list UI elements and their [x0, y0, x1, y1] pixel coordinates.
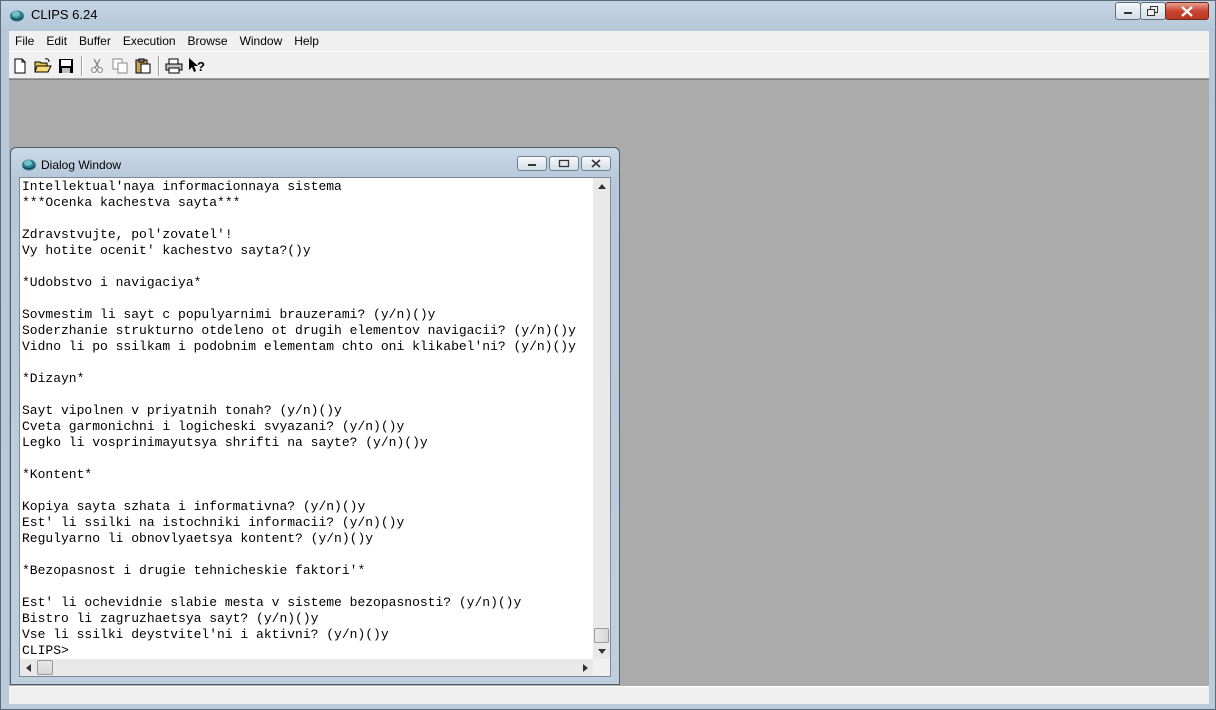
- arrow-right-icon: [583, 663, 588, 672]
- menu-help[interactable]: Help: [288, 31, 325, 51]
- dialog-text-line: Regulyarno li obnovlyaetsya kontent? (y/…: [22, 531, 374, 546]
- menu-execution[interactable]: Execution: [117, 31, 182, 51]
- dialog-text-line: *Kontent*: [22, 467, 93, 482]
- dialog-text-line: Cveta garmonichni i logicheski svyazani?…: [22, 419, 405, 434]
- arrow-up-icon: [597, 184, 606, 189]
- vertical-scroll-thumb[interactable]: [594, 628, 609, 643]
- dialog-text-line: *Bezopasnost i drugie tehnicheskie fakto…: [22, 563, 366, 578]
- print-button[interactable]: [163, 55, 185, 77]
- clips-dialog-icon: [21, 156, 37, 172]
- toolbar: ?: [9, 51, 1209, 79]
- cut-icon: [91, 58, 103, 73]
- dialog-text-line: [22, 387, 594, 403]
- dialog-text-line: Vse li ssilki deystvitel'ni i aktivni? (…: [22, 627, 389, 642]
- save-icon: [59, 59, 73, 73]
- horizontal-scroll-thumb[interactable]: [37, 660, 53, 675]
- dialog-text-line: Zdravstvujte, pol'zovatel'!: [22, 227, 233, 242]
- menu-bar: File Edit Buffer Execution Browse Window…: [9, 31, 1209, 51]
- dialog-text-line: Est' li ochevidnie slabie mesta v sistem…: [22, 595, 522, 610]
- dialog-text-line: Intellektual'naya informacionnaya sistem…: [22, 179, 342, 194]
- copy-button[interactable]: [109, 55, 131, 77]
- dialog-text-line: *Dizayn*: [22, 371, 85, 386]
- minimize-icon: [528, 163, 536, 166]
- dialog-maximize-button[interactable]: [549, 156, 579, 171]
- context-help-icon: ?: [189, 58, 205, 74]
- dialog-text-line: Bistro li zagruzhaetsya sayt? (y/n)()y: [22, 611, 319, 626]
- dialog-text-line: Legko li vosprinimayutsya shrifti na say…: [22, 435, 428, 450]
- dialog-text-line: [22, 259, 594, 275]
- close-icon: [591, 159, 601, 168]
- dialog-text-line: Vidno li po ssilkam i podobnim elementam…: [22, 339, 576, 354]
- dialog-text-line: Kopiya sayta szhata i informativna? (y/n…: [22, 499, 366, 514]
- dialog-text-area[interactable]: Intellektual'naya informacionnaya sistem…: [22, 179, 594, 659]
- dialog-text-line: [22, 451, 594, 467]
- dialog-text-line: [22, 547, 594, 563]
- scroll-left-button[interactable]: [20, 659, 37, 676]
- restore-icon: [1147, 6, 1158, 16]
- caption-buttons: [1115, 2, 1209, 21]
- title-bar[interactable]: CLIPS 6.24: [1, 1, 1215, 29]
- scroll-up-button[interactable]: [593, 178, 610, 195]
- save-button[interactable]: [55, 55, 77, 77]
- menu-buffer[interactable]: Buffer: [73, 31, 117, 51]
- toolbar-separator: [158, 56, 160, 76]
- scroll-right-button[interactable]: [577, 659, 594, 676]
- close-button[interactable]: [1165, 2, 1209, 20]
- new-file-button[interactable]: [9, 55, 31, 77]
- menu-browse[interactable]: Browse: [182, 31, 234, 51]
- copy-icon: [112, 58, 128, 74]
- dialog-text-line: [22, 211, 594, 227]
- dialog-text-line: *Udobstvo i navigaciya*: [22, 275, 202, 290]
- dialog-text-line: [22, 579, 594, 595]
- print-icon: [165, 58, 183, 74]
- open-file-button[interactable]: [32, 55, 54, 77]
- scrollbar-corner: [593, 659, 610, 676]
- dialog-text-line: [22, 355, 594, 371]
- scroll-down-button[interactable]: [593, 643, 610, 660]
- svg-text:?: ?: [197, 59, 205, 74]
- paste-icon: [135, 58, 151, 74]
- cut-button[interactable]: [86, 55, 108, 77]
- status-bar: [9, 686, 1209, 704]
- close-icon: [1181, 5, 1193, 17]
- arrow-down-icon: [597, 649, 606, 654]
- window-title: CLIPS 6.24: [31, 7, 98, 22]
- minimize-icon: [1124, 12, 1132, 14]
- menu-edit[interactable]: Edit: [40, 31, 73, 51]
- arrow-left-icon: [26, 663, 31, 672]
- vertical-scrollbar[interactable]: [593, 178, 610, 660]
- dialog-text-line: [22, 291, 594, 307]
- dialog-close-button[interactable]: [581, 156, 611, 171]
- maximize-icon: [558, 159, 570, 168]
- dialog-caption-buttons: [515, 156, 611, 171]
- dialog-client: Intellektual'naya informacionnaya sistem…: [19, 177, 611, 677]
- context-help-button[interactable]: ?: [186, 55, 208, 77]
- dialog-text-line: Est' li ssilki na istochniki informacii?…: [22, 515, 405, 530]
- menu-window[interactable]: Window: [234, 31, 289, 51]
- open-folder-icon: [34, 58, 52, 73]
- horizontal-scrollbar[interactable]: [20, 659, 594, 676]
- dialog-text-line: [22, 483, 594, 499]
- dialog-minimize-button[interactable]: [517, 156, 547, 171]
- paste-button[interactable]: [132, 55, 154, 77]
- clips-app-icon: [9, 7, 25, 23]
- dialog-title: Dialog Window: [41, 158, 122, 172]
- dialog-text-line: Sovmestim li sayt c populyarnimi brauzer…: [22, 307, 436, 322]
- minimize-button[interactable]: [1115, 2, 1141, 20]
- dialog-text-line: CLIPS>: [22, 643, 69, 658]
- dialog-text-line: Sayt vipolnen v priyatnih tonah? (y/n)()…: [22, 403, 342, 418]
- dialog-text-line: Soderzhanie strukturno otdeleno ot drugi…: [22, 323, 576, 338]
- dialog-window: Dialog Window Intellektual'naya informac…: [10, 147, 620, 685]
- menu-file[interactable]: File: [9, 31, 40, 51]
- dialog-text-line: ***Ocenka kachestva sayta***: [22, 195, 241, 210]
- toolbar-separator: [81, 56, 83, 76]
- dialog-text-line: Vy hotite ocenit' kachestvo sayta?()y: [22, 243, 311, 258]
- new-file-icon: [14, 58, 26, 74]
- maximize-button[interactable]: [1140, 2, 1166, 20]
